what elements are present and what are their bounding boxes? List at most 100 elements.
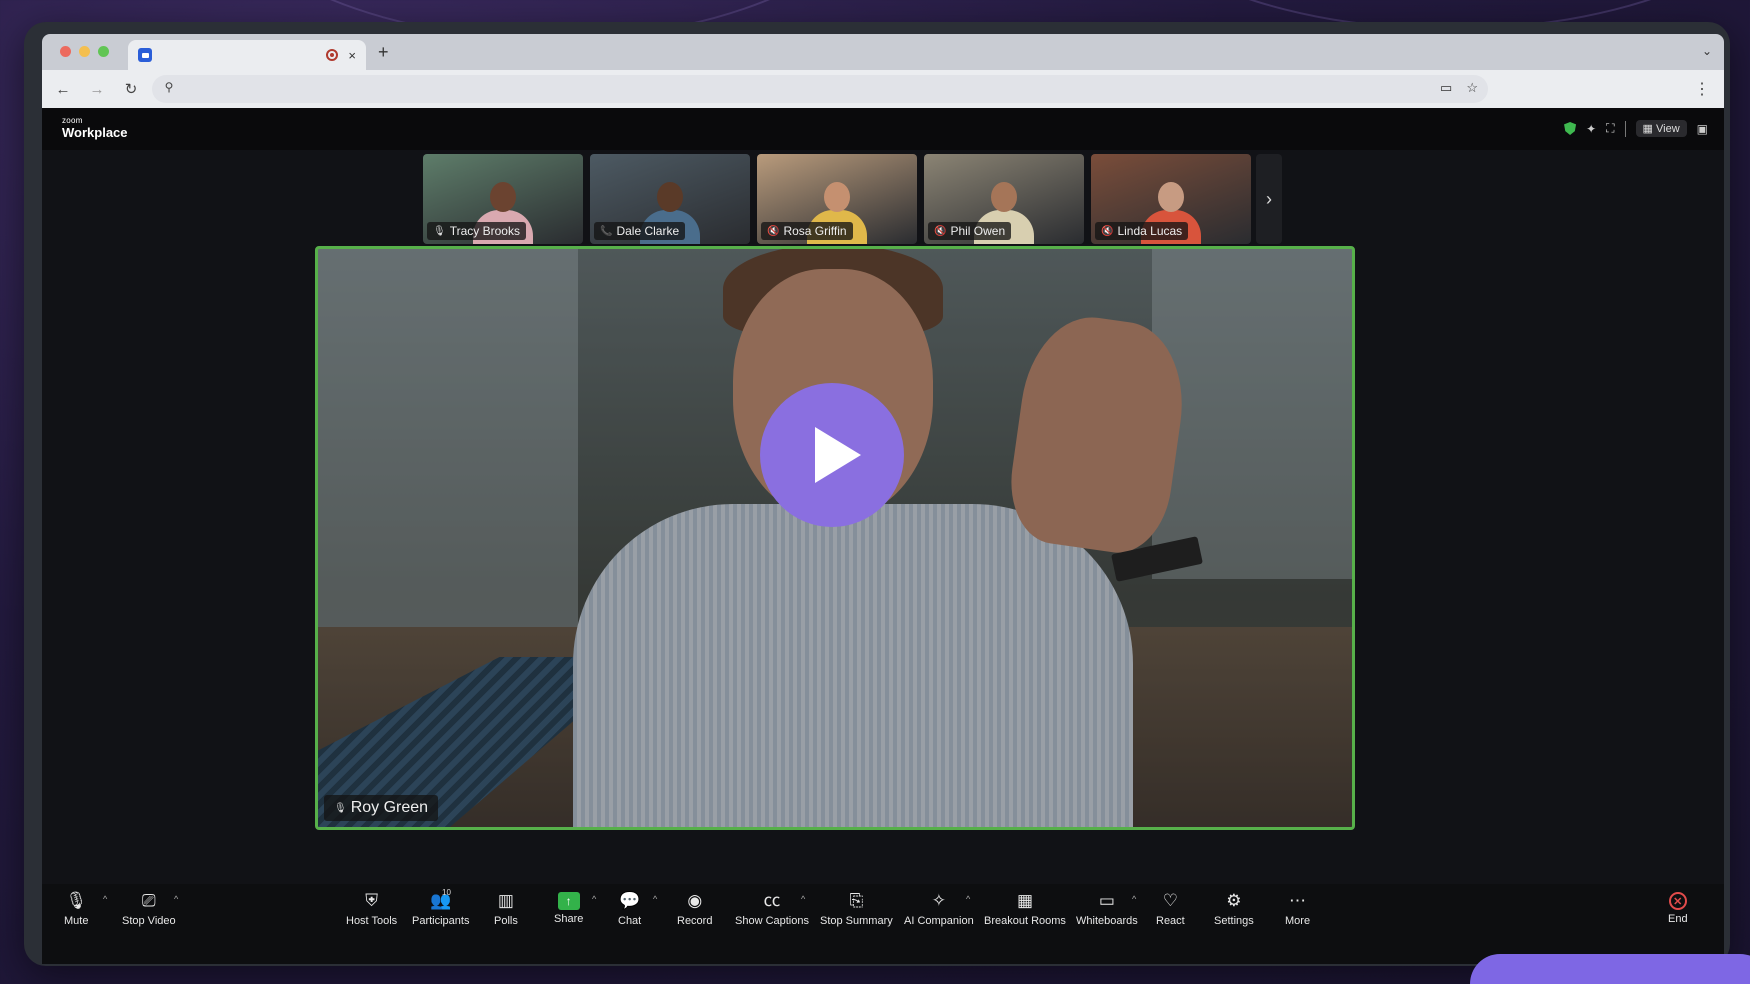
heart-react-icon: ♡ xyxy=(1162,891,1178,910)
participant-count: 10 xyxy=(442,888,451,897)
more-button[interactable]: ⋯ More xyxy=(1285,890,1310,927)
polls-icon: ▥ xyxy=(497,891,514,910)
meeting-stage: 🎙 Tracy Brooks 📞 Dale Clarke 🔇 Rosa Griffin 🔇 P… xyxy=(42,150,1724,884)
participant-name: Phil Owen xyxy=(950,224,1006,238)
camera-icon[interactable]: ▭ xyxy=(1440,80,1452,96)
microphone-icon: 🎙 xyxy=(334,802,347,814)
share-screen-icon: ↑ xyxy=(557,892,580,910)
browser-menu-icon[interactable]: ⋮ xyxy=(1694,79,1710,99)
breakout-rooms-icon: ▦ xyxy=(1016,891,1033,910)
active-speaker-video[interactable]: 🎙 Roy Green xyxy=(315,246,1355,830)
back-icon[interactable]: ← xyxy=(54,81,72,98)
divider xyxy=(1624,120,1626,137)
participant-name: Dale Clarke xyxy=(616,224,680,238)
mic-status-icon: 🔇 xyxy=(1101,225,1114,237)
next-thumbnails-button[interactable]: › xyxy=(1256,154,1282,244)
react-button[interactable]: ♡ React xyxy=(1156,890,1185,927)
video-options-caret[interactable]: ^ xyxy=(174,894,178,904)
participant-thumbnail[interactable]: 📞 Dale Clarke xyxy=(590,154,750,244)
show-captions-button[interactable]: ㏄ Show Captions xyxy=(735,890,809,927)
participant-name-tag: 📞 Dale Clarke xyxy=(594,222,686,240)
participant-name-tag: 🔇 Linda Lucas xyxy=(1095,222,1189,240)
breakout-rooms-button[interactable]: ▦ Breakout Rooms xyxy=(984,890,1066,927)
participant-name-tag: 🎙 Tracy Brooks xyxy=(427,222,526,240)
record-button[interactable]: ◉ Record xyxy=(677,890,712,927)
whiteboards-options-caret[interactable]: ^ xyxy=(1132,894,1136,904)
maximize-window-button[interactable] xyxy=(98,46,109,57)
picture-in-picture-icon[interactable]: ▣ xyxy=(1697,122,1708,136)
ai-companion-button[interactable]: ✧ AI Companion xyxy=(904,890,974,927)
participants-button[interactable]: 👥 10 Participants xyxy=(412,888,469,927)
chat-options-caret[interactable]: ^ xyxy=(653,894,657,904)
recording-indicator-icon xyxy=(326,49,339,61)
zoom-workplace-logo: zoom Workplace xyxy=(62,116,128,140)
participant-thumbnail[interactable]: 🔇 Rosa Griffin xyxy=(757,154,917,244)
fullscreen-icon[interactable]: ⛶ xyxy=(1606,121,1614,136)
tab-close-icon[interactable]: × xyxy=(348,48,356,63)
chat-button[interactable]: 💬 Chat xyxy=(618,890,641,927)
participant-thumbnail[interactable]: 🔇 Phil Owen xyxy=(924,154,1084,244)
device-frame: × + ⌄ ← → ↻ ⚲ ▭ ☆ ⋮ zoom Workplace ✦ ⛶ ▦… xyxy=(24,22,1730,966)
browser-window: × + ⌄ ← → ↻ ⚲ ▭ ☆ ⋮ zoom Workplace ✦ ⛶ ▦… xyxy=(42,34,1724,964)
participant-name-tag: 🔇 Phil Owen xyxy=(928,222,1012,240)
settings-button[interactable]: ⚙ Settings xyxy=(1214,890,1254,927)
captions-icon: ㏄ xyxy=(763,891,781,910)
forward-icon[interactable]: → xyxy=(88,81,106,98)
stop-summary-button[interactable]: ⎘ Stop Summary xyxy=(820,890,893,927)
mic-status-icon: 🔇 xyxy=(767,225,780,237)
ai-sparkle-icon: ✧ xyxy=(931,891,946,910)
sparkle-icon[interactable]: ✦ xyxy=(1586,122,1596,136)
summary-icon: ⎘ xyxy=(849,891,864,910)
share-button[interactable]: ↑ Share xyxy=(554,890,583,925)
reload-icon[interactable]: ↻ xyxy=(122,80,140,98)
speaker-name: Roy Green xyxy=(350,799,429,816)
tab-strip: × + ⌄ xyxy=(42,34,1724,70)
zoom-header: zoom Workplace ✦ ⛶ ▦ View ▣ xyxy=(42,108,1724,150)
header-actions: ✦ ⛶ ▦ View ▣ xyxy=(1564,120,1708,137)
mic-status-icon: 🎙 xyxy=(433,225,446,237)
view-button[interactable]: ▦ View xyxy=(1635,120,1687,137)
view-grid-icon: ▦ xyxy=(1642,123,1653,135)
share-options-caret[interactable]: ^ xyxy=(592,894,596,904)
participant-thumbnail[interactable]: 🔇 Linda Lucas xyxy=(1091,154,1251,244)
polls-button[interactable]: ▥ Polls xyxy=(494,890,518,927)
chat-bubble-icon: 💬 xyxy=(619,891,641,910)
captions-options-caret[interactable]: ^ xyxy=(801,894,805,904)
video-camera-icon: ⎚ xyxy=(142,891,156,910)
more-dots-icon: ⋯ xyxy=(1289,891,1307,910)
bookmark-star-icon[interactable]: ☆ xyxy=(1466,80,1478,96)
browser-tab[interactable]: × xyxy=(128,40,366,70)
microphone-icon: 🎙 xyxy=(65,891,88,910)
participant-name: Rosa Griffin xyxy=(783,224,847,238)
whiteboards-button[interactable]: ▭ Whiteboards xyxy=(1076,890,1138,927)
record-icon: ◉ xyxy=(687,891,703,910)
stop-video-button[interactable]: ⎚ Stop Video xyxy=(122,890,176,927)
omnibox-actions: ▭ ☆ xyxy=(1440,80,1478,96)
participant-thumbnail[interactable]: 🎙 Tracy Brooks xyxy=(423,154,583,244)
decorative-pill xyxy=(1470,954,1750,984)
whiteboard-icon: ▭ xyxy=(1098,891,1115,910)
end-meeting-button[interactable]: ✕ End xyxy=(1668,890,1688,925)
mic-status-icon: 🔇 xyxy=(934,225,947,237)
end-call-icon: ✕ xyxy=(1668,892,1687,910)
close-window-button[interactable] xyxy=(60,46,71,57)
site-info-icon[interactable]: ⚲ xyxy=(160,80,178,94)
host-tools-button[interactable]: ⛨ Host Tools xyxy=(346,890,397,927)
speaker-name-tag: 🎙 Roy Green xyxy=(324,795,439,821)
encryption-shield-icon[interactable] xyxy=(1564,122,1577,135)
new-tab-button[interactable]: + xyxy=(378,42,389,63)
ai-companion-options-caret[interactable]: ^ xyxy=(966,894,970,904)
address-bar[interactable]: ⚲ xyxy=(152,75,1488,103)
mute-button[interactable]: 🎙 Mute xyxy=(64,890,88,927)
tab-search-icon[interactable]: ⌄ xyxy=(1702,44,1712,58)
participant-thumbnails: 🎙 Tracy Brooks 📞 Dale Clarke 🔇 Rosa Griffin 🔇 P… xyxy=(423,154,1251,244)
participant-name: Linda Lucas xyxy=(1117,224,1183,238)
participant-name: Tracy Brooks xyxy=(449,224,520,238)
meeting-controls-bar: 🎙 Mute ^ ⎚ Stop Video ^ ⛨ Host Tools 👥 1… xyxy=(42,884,1724,964)
gear-icon: ⚙ xyxy=(1226,891,1242,910)
play-button[interactable] xyxy=(760,383,904,527)
minimize-window-button[interactable] xyxy=(79,46,90,57)
zoom-favicon-icon xyxy=(138,48,152,62)
participant-name-tag: 🔇 Rosa Griffin xyxy=(761,222,853,240)
audio-options-caret[interactable]: ^ xyxy=(103,894,107,904)
